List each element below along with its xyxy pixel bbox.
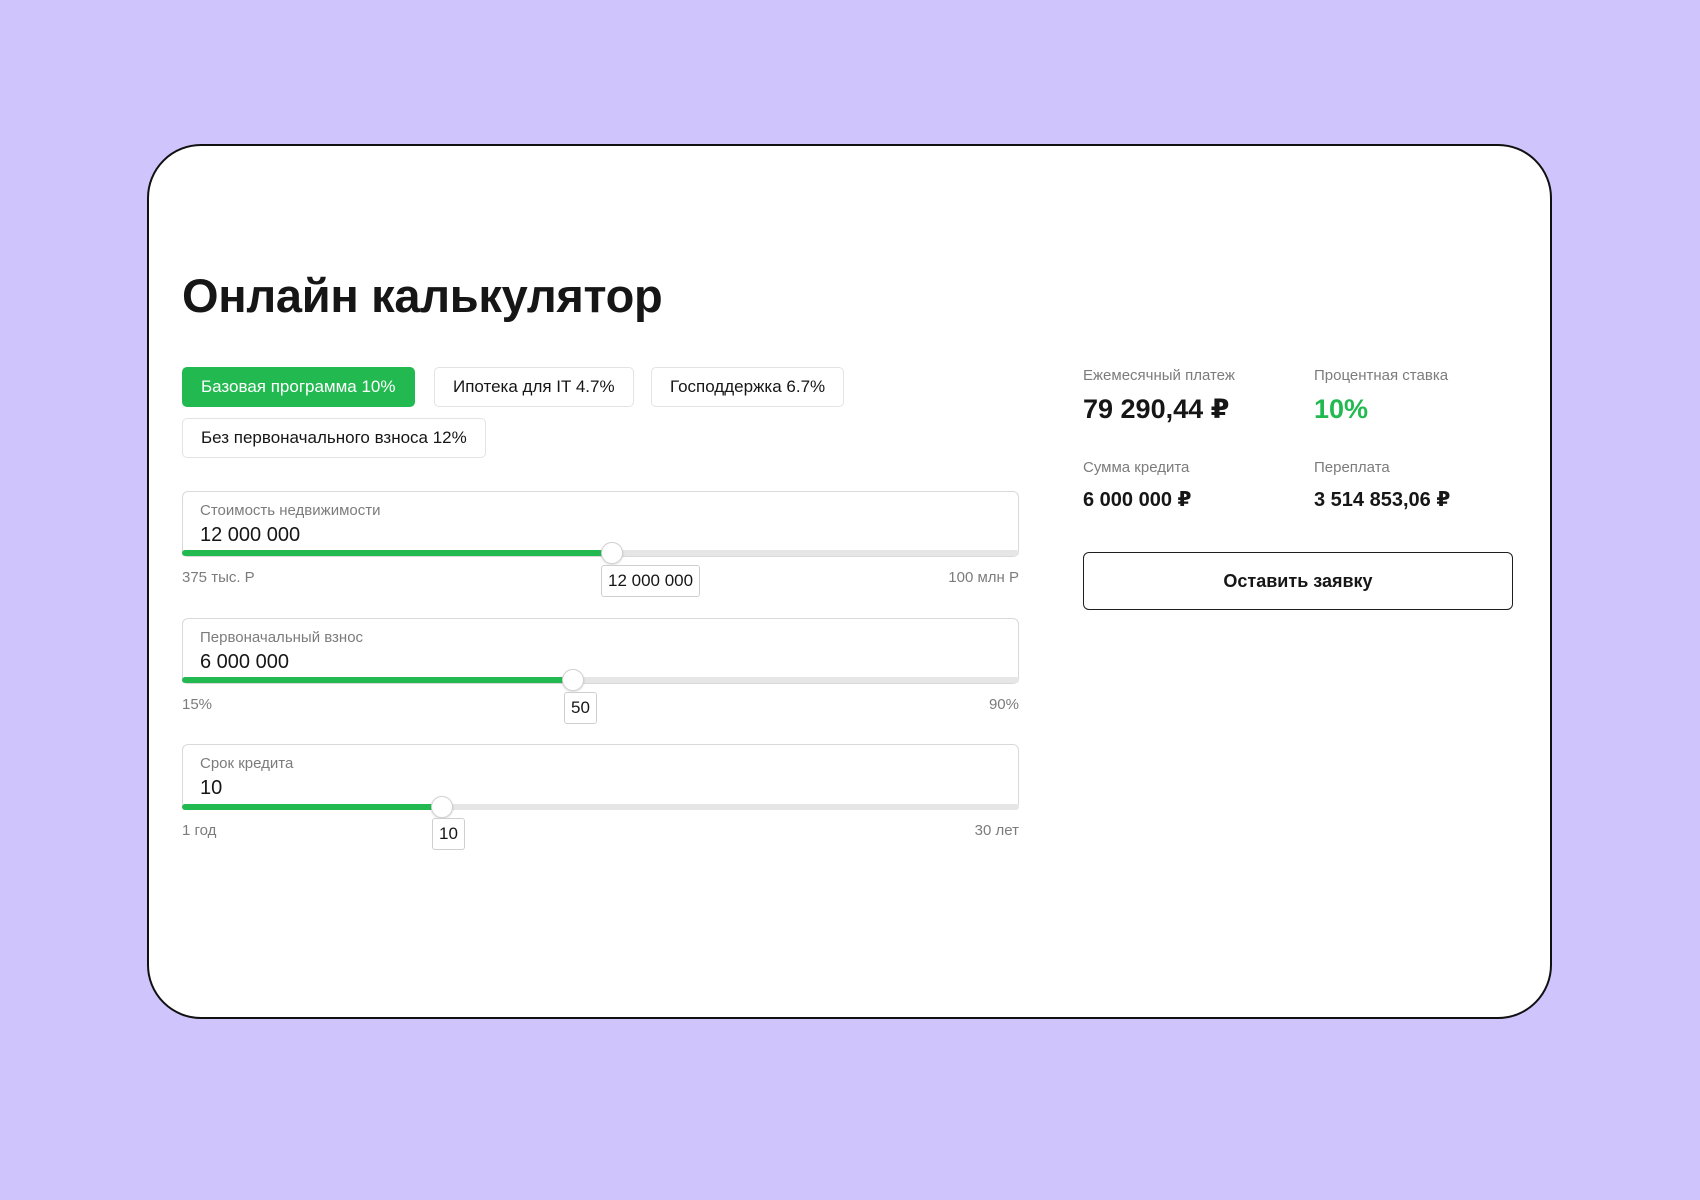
program-chip-it[interactable]: Ипотека для IT 4.7% xyxy=(434,367,634,407)
overpayment-value: 3 514 853,06 ₽ xyxy=(1314,489,1451,511)
term-min-label: 1 год xyxy=(182,822,217,839)
down-payment-field-value[interactable]: 6 000 000 xyxy=(200,651,289,674)
down-payment-slider-thumb[interactable] xyxy=(562,669,585,691)
price-field[interactable]: Стоимость недвижимости 12 000 000 xyxy=(182,491,1019,557)
page-title: Онлайн калькулятор xyxy=(182,269,663,322)
term-field-value[interactable]: 10 xyxy=(200,777,222,800)
program-chip-gov[interactable]: Господдержка 6.7% xyxy=(651,367,845,407)
interest-rate-value: 10% xyxy=(1314,394,1369,424)
program-chip-no-down-payment[interactable]: Без первоначального взноса 12% xyxy=(182,418,486,458)
price-field-label: Стоимость недвижимости xyxy=(200,502,381,519)
loan-amount-label: Сумма кредита xyxy=(1083,459,1190,476)
term-slider-track[interactable] xyxy=(182,796,1019,818)
down-payment-max-label: 90% xyxy=(988,696,1019,713)
term-slider-fill xyxy=(182,804,442,810)
price-field-value[interactable]: 12 000 000 xyxy=(200,524,300,547)
interest-rate-label: Процентная ставка xyxy=(1314,367,1449,384)
down-payment-slider-track[interactable] xyxy=(182,669,1019,691)
monthly-payment-label: Ежемесячный платеж xyxy=(1083,367,1235,384)
price-slider-tooltip: 12 000 000 xyxy=(601,565,701,597)
price-max-label: 100 млн Р xyxy=(948,569,1019,586)
program-chip-base[interactable]: Базовая программа 10% xyxy=(182,367,415,407)
down-payment-slider-fill xyxy=(182,677,573,683)
price-slider-fill xyxy=(182,550,611,556)
down-payment-min-label: 15% xyxy=(182,696,213,713)
price-slider-thumb[interactable] xyxy=(600,542,623,564)
submit-application-button[interactable]: Оставить заявку xyxy=(1083,552,1513,610)
down-payment-field-label: Первоначальный взнос xyxy=(200,629,364,646)
monthly-payment-value: 79 290,44 ₽ xyxy=(1083,394,1230,424)
term-field[interactable]: Срок кредита 10 xyxy=(182,744,1019,810)
loan-amount-value: 6 000 000 ₽ xyxy=(1083,489,1192,511)
overpayment-label: Переплата xyxy=(1314,459,1390,476)
term-field-label: Срок кредита xyxy=(200,755,294,772)
term-max-label: 30 лет xyxy=(974,822,1019,839)
down-payment-slider-tooltip: 50 xyxy=(564,692,597,724)
price-min-label: 375 тыс. Р xyxy=(182,569,255,586)
down-payment-field[interactable]: Первоначальный взнос 6 000 000 xyxy=(182,618,1019,684)
term-slider-tooltip: 10 xyxy=(432,818,465,850)
price-slider-track[interactable] xyxy=(182,542,1019,564)
